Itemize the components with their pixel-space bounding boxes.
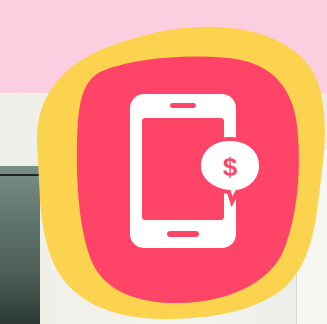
icon-illustration-stage: $ <box>0 0 327 324</box>
currency-symbol: $ <box>223 152 238 182</box>
mobile-payment-icon: $ <box>0 0 327 324</box>
